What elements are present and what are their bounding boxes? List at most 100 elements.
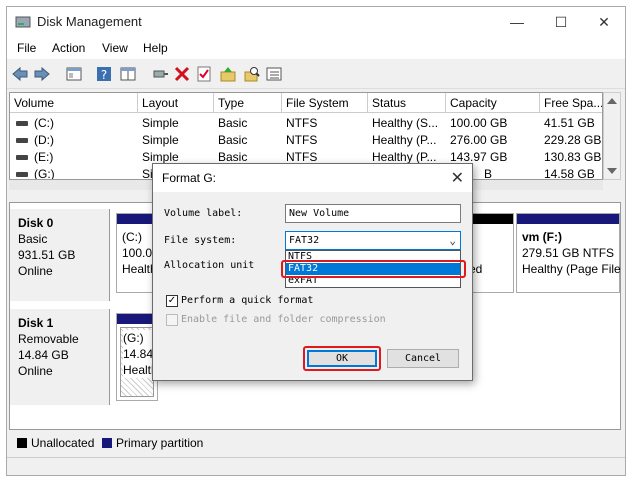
primary-partition-swatch — [102, 438, 112, 448]
menu-bar: File Action View Help — [7, 37, 625, 59]
compression-checkbox — [166, 314, 178, 326]
volume-cell: (E:) — [34, 150, 54, 164]
free-space-cell: 14.58 GB — [544, 167, 595, 180]
menu-help[interactable]: Help — [143, 41, 168, 55]
volume-list-header: Volume Layout Type File System Status Ca… — [10, 93, 602, 113]
dialog-title-bar: Format G: ✕ — [153, 164, 472, 192]
menu-action[interactable]: Action — [52, 41, 85, 55]
disk-1-info[interactable]: Disk 1 Removable 14.84 GB Online — [10, 309, 110, 405]
disk-0-size: 931.51 GB — [18, 248, 76, 262]
partition-bar — [117, 214, 157, 224]
chevron-down-icon[interactable]: ⌄ — [449, 232, 456, 249]
disk-1-name: Disk 1 — [18, 316, 54, 330]
free-space-cell: 229.28 GB — [544, 133, 602, 147]
minimize-button[interactable]: — — [495, 7, 539, 37]
check-icon[interactable] — [195, 65, 213, 83]
partition-bar — [467, 214, 513, 224]
partition-f-size: 279.51 GB NTFS — [522, 246, 615, 260]
title-bar: Disk Management — ☐ ✕ — [7, 7, 625, 37]
layout-cell: Simple — [142, 133, 179, 147]
allocation-unit-label: Allocation unit — [164, 260, 255, 271]
disk-1-type: Removable — [18, 332, 79, 346]
close-button[interactable]: ✕ — [582, 7, 626, 37]
free-space-cell: 41.51 GB — [544, 116, 595, 130]
quick-format-checkbox[interactable]: ✓ — [166, 295, 178, 307]
column-header-free-space[interactable]: Free Spa... — [540, 93, 602, 113]
partition-hidden[interactable]: ed — [466, 213, 514, 293]
drive-icon — [16, 172, 28, 177]
console-tree-icon[interactable] — [65, 65, 83, 83]
unallocated-swatch — [17, 438, 27, 448]
delete-icon[interactable] — [173, 65, 191, 83]
drive-icon — [16, 155, 28, 160]
dialog-close-icon[interactable]: ✕ — [451, 168, 464, 188]
disk-1-status: Online — [18, 364, 53, 378]
connect-icon[interactable] — [151, 65, 169, 83]
window-title: Disk Management — [37, 14, 142, 29]
volume-cell: (C:) — [34, 116, 54, 130]
volume-label-label: Volume label: — [164, 208, 243, 219]
dialog-title: Format G: — [162, 171, 217, 185]
menu-view[interactable]: View — [102, 41, 128, 55]
disk-1-size: 14.84 GB — [18, 348, 69, 362]
list-view-icon[interactable] — [265, 65, 283, 83]
status-cell: Healthy (S... — [372, 116, 439, 130]
column-header-status[interactable]: Status — [368, 93, 446, 113]
volume-label-input[interactable]: New Volume — [285, 204, 461, 223]
back-arrow-icon[interactable] — [11, 65, 29, 83]
volume-cell: (G:) — [34, 167, 55, 180]
compression-label: Enable file and folder compression — [181, 314, 386, 325]
free-space-cell: 130.83 GB — [544, 150, 602, 164]
legend-primary-partition: Primary partition — [116, 436, 204, 450]
drive-icon — [16, 121, 28, 126]
help-icon[interactable]: ? — [95, 65, 113, 83]
drive-icon — [16, 138, 28, 143]
disk-0-name: Disk 0 — [18, 216, 54, 230]
capacity-cell: 276.00 GB — [450, 133, 508, 147]
legend-unallocated: Unallocated — [31, 436, 95, 450]
column-header-type[interactable]: Type — [214, 93, 282, 113]
capacity-cell: B — [484, 167, 493, 180]
search-icon[interactable] — [243, 65, 261, 83]
table-row[interactable]: (C:) Simple Basic NTFS Healthy (S... 100… — [10, 115, 602, 132]
scroll-up-arrow-icon[interactable] — [607, 98, 617, 104]
column-header-volume[interactable]: Volume — [10, 93, 138, 113]
disk-0-type: Basic — [18, 232, 48, 246]
status-cell: Healthy (P... — [372, 133, 437, 147]
status-bar — [7, 457, 625, 475]
partition-f[interactable]: vm (F:) 279.51 GB NTFS Healthy (Page Fil… — [516, 213, 621, 293]
cancel-button[interactable]: Cancel — [387, 349, 459, 368]
type-cell: Basic — [218, 116, 248, 130]
partition-f-status: Healthy (Page File — [522, 262, 621, 276]
maximize-button[interactable]: ☐ — [539, 7, 583, 37]
table-row[interactable]: (D:) Simple Basic NTFS Healthy (P... 276… — [10, 132, 602, 149]
capacity-cell: 100.00 GB — [450, 116, 508, 130]
up-folder-icon[interactable] — [219, 65, 237, 83]
disk-management-app-icon — [15, 16, 31, 28]
volume-list-scrollbar[interactable] — [603, 92, 621, 180]
partition-f-name: vm (F:) — [522, 230, 562, 244]
forward-arrow-icon[interactable] — [33, 65, 51, 83]
file-system-select[interactable]: FAT32 ⌄ — [285, 231, 461, 250]
file-system-selected-value: FAT32 — [289, 235, 320, 246]
disk-0-info[interactable]: Disk 0 Basic 931.51 GB Online — [10, 209, 110, 301]
layout-cell: Simple — [142, 116, 179, 130]
partition-bar — [517, 214, 619, 224]
menu-file[interactable]: File — [17, 41, 36, 55]
scroll-down-arrow-icon[interactable] — [607, 168, 617, 174]
legend: Unallocated Primary partition — [9, 432, 621, 454]
file-system-cell: NTFS — [286, 116, 318, 130]
file-system-cell: NTFS — [286, 133, 318, 147]
toolbar: ? — [7, 59, 625, 89]
type-cell: Basic — [218, 133, 248, 147]
column-header-file-system[interactable]: File System — [282, 93, 368, 113]
partition-bar — [117, 314, 157, 324]
volume-cell: (D:) — [34, 133, 54, 147]
column-header-layout[interactable]: Layout — [138, 93, 214, 113]
svg-text:?: ? — [101, 68, 107, 82]
column-header-capacity[interactable]: Capacity — [446, 93, 540, 113]
properties-pane-icon[interactable] — [119, 65, 137, 83]
format-dialog: Format G: ✕ Volume label: New Volume Fil… — [152, 163, 473, 381]
ok-button[interactable]: OK — [307, 350, 377, 367]
disk-0-status: Online — [18, 264, 53, 278]
